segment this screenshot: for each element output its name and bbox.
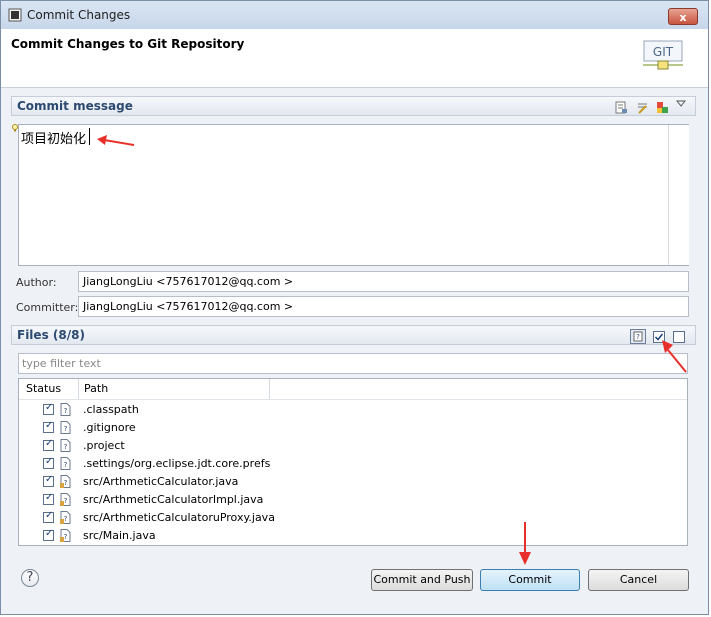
svg-text:?: ? — [64, 497, 68, 505]
java-file-icon: ? — [60, 511, 71, 524]
svg-text:?: ? — [636, 333, 640, 341]
committer-label: Committer: — [16, 301, 79, 314]
commit-button[interactable]: Commit — [480, 569, 580, 591]
table-row[interactable]: ? src/Main.java — [19, 527, 687, 545]
git-logo-icon: GIT — [643, 40, 683, 70]
column-header-path[interactable]: Path — [80, 379, 270, 399]
file-checkbox[interactable] — [43, 492, 54, 505]
help-button[interactable]: ? — [21, 569, 39, 587]
file-path: src/Main.java — [83, 529, 156, 542]
svg-text:?: ? — [64, 515, 68, 523]
untracked-file-icon: ? — [60, 457, 71, 470]
view-menu-chevron-icon[interactable] — [676, 99, 686, 109]
file-checkbox[interactable] — [43, 402, 54, 415]
annotation-arrow-icon — [97, 135, 135, 146]
svg-text:?: ? — [64, 407, 68, 415]
amend-commit-icon[interactable] — [636, 101, 649, 114]
file-path: .classpath — [83, 403, 139, 416]
untracked-file-icon: ? — [60, 403, 71, 416]
add-signed-off-icon[interactable] — [615, 101, 628, 114]
table-row[interactable]: ? .project — [19, 437, 687, 455]
svg-text:?: ? — [64, 461, 68, 469]
window-title: Commit Changes — [27, 8, 131, 22]
header-divider — [19, 399, 687, 400]
java-file-icon: ? — [60, 493, 71, 506]
files-section-header — [11, 325, 696, 345]
annotation-arrow-icon — [662, 340, 687, 373]
table-row[interactable]: ? src/ArthmeticCalculator.java — [19, 473, 687, 491]
file-path: src/ArthmeticCalculatorImpl.java — [83, 493, 264, 506]
svg-text:?: ? — [64, 533, 68, 541]
table-row[interactable]: ? src/ArthmeticCalculatorImpl.java — [19, 491, 687, 509]
file-path: .settings/org.eclipse.jdt.core.prefs — [83, 457, 271, 470]
author-field[interactable]: JiangLongLiu <757617012@qq.com > — [78, 271, 689, 292]
file-checkbox[interactable] — [43, 510, 54, 523]
table-row[interactable]: ? .gitignore — [19, 419, 687, 437]
file-checkbox[interactable] — [43, 420, 54, 433]
git-logo-text: GIT — [653, 45, 674, 59]
text-caret — [89, 128, 90, 145]
file-checkbox[interactable] — [43, 438, 54, 451]
file-checkbox[interactable] — [43, 456, 54, 469]
table-row[interactable]: ? .classpath — [19, 401, 687, 419]
add-change-id-icon[interactable] — [656, 101, 669, 114]
file-path: src/ArthmeticCalculatoruProxy.java — [83, 511, 275, 524]
file-filter-input[interactable]: type filter text — [18, 353, 688, 374]
svg-text:?: ? — [64, 425, 68, 433]
svg-text:?: ? — [64, 479, 68, 487]
table-row[interactable]: ? src/ArthmeticCalculatoruProxy.java — [19, 509, 687, 527]
committer-field[interactable]: JiangLongLiu <757617012@qq.com > — [78, 296, 689, 317]
dialog-heading: Commit Changes to Git Repository — [11, 37, 245, 51]
untracked-file-icon: ? — [60, 421, 71, 434]
cancel-button[interactable]: Cancel — [588, 569, 689, 591]
file-path: src/ArthmeticCalculator.java — [83, 475, 239, 488]
java-file-icon: ? — [60, 529, 71, 542]
commit-and-push-button[interactable]: Commit and Push — [371, 569, 473, 591]
close-button[interactable]: x — [668, 8, 698, 25]
show-untracked-toggle-icon[interactable]: ? — [630, 329, 646, 344]
file-path: .gitignore — [83, 421, 136, 434]
eclipse-app-icon — [8, 8, 22, 22]
author-label: Author: — [16, 276, 57, 289]
commit-message-text: 项目初始化 — [21, 132, 87, 147]
svg-text:?: ? — [64, 443, 68, 451]
file-checkbox[interactable] — [43, 528, 54, 541]
untracked-file-icon: ? — [60, 439, 71, 452]
file-path: .project — [83, 439, 125, 452]
file-checkbox[interactable] — [43, 474, 54, 487]
column-header-status[interactable]: Status — [19, 379, 79, 399]
commit-message-scrollbar[interactable] — [668, 125, 689, 265]
files-title: Files (8/8) — [17, 328, 85, 342]
annotation-arrow-icon — [519, 522, 531, 565]
commit-message-title: Commit message — [17, 99, 133, 113]
java-file-icon: ? — [60, 475, 71, 488]
table-row[interactable]: ? .settings/org.eclipse.jdt.core.prefs — [19, 455, 687, 473]
